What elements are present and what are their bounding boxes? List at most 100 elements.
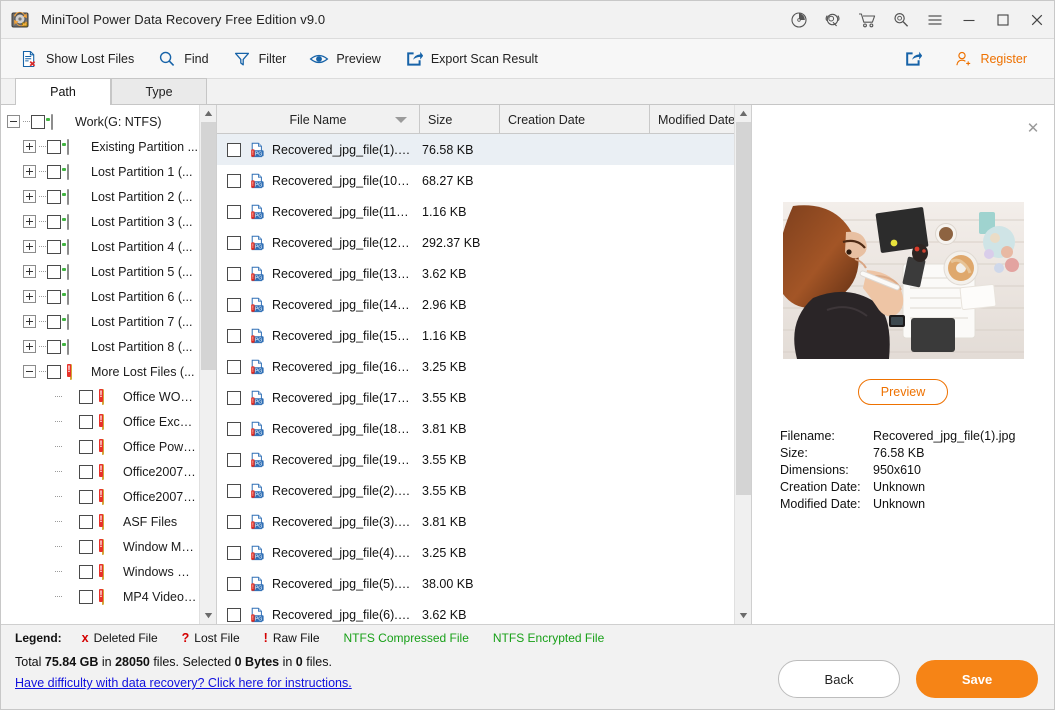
file-row-checkbox[interactable]	[227, 204, 241, 219]
tree-item-checkbox[interactable]	[79, 489, 93, 504]
save-button[interactable]: Save	[916, 660, 1038, 698]
tree-item-checkbox[interactable]	[79, 514, 93, 529]
tree-item[interactable]: Work(G: NTFS)	[1, 109, 199, 134]
close-icon[interactable]	[1020, 2, 1054, 38]
tree-item-checkbox[interactable]	[47, 264, 61, 279]
tree-item[interactable]: Existing Partition ...	[1, 134, 199, 159]
expand-plus-icon[interactable]	[23, 165, 36, 178]
file-row[interactable]: PG! Recovered_jpg_file(14).jpg 2.96 KB	[217, 289, 734, 320]
column-header-file-name[interactable]: File Name	[217, 105, 420, 134]
file-row-checkbox[interactable]	[227, 545, 241, 560]
file-row-checkbox[interactable]	[227, 576, 241, 591]
file-row[interactable]: PG! Recovered_jpg_file(13).jpg 3.62 KB	[217, 258, 734, 289]
search-icon[interactable]	[884, 2, 918, 38]
tree-scrollbar[interactable]	[199, 105, 216, 624]
tab-path[interactable]: Path	[15, 78, 111, 105]
file-row-checkbox[interactable]	[227, 266, 241, 281]
tree-item[interactable]: Lost Partition 4 (...	[1, 234, 199, 259]
file-row[interactable]: PG! Recovered_jpg_file(17).jpg 3.55 KB	[217, 382, 734, 413]
collapse-minus-icon[interactable]	[7, 115, 20, 128]
tree-item[interactable]: ASF Files	[1, 509, 199, 534]
preview-close-icon[interactable]: ✕	[1024, 119, 1042, 137]
tree-item-checkbox[interactable]	[79, 539, 93, 554]
collapse-minus-icon[interactable]	[23, 365, 36, 378]
preview-action-button[interactable]: Preview	[857, 379, 949, 405]
hamburger-menu-icon[interactable]	[918, 2, 952, 38]
tree-item[interactable]: Lost Partition 5 (...	[1, 259, 199, 284]
list-scroll-up-icon[interactable]	[735, 105, 751, 122]
list-scroll-thumb[interactable]	[736, 122, 751, 495]
back-button[interactable]: Back	[778, 660, 900, 698]
tree-item-checkbox[interactable]	[47, 339, 61, 354]
file-row[interactable]: PG! Recovered_jpg_file(19).jpg 3.55 KB	[217, 444, 734, 475]
show-lost-files-button[interactable]: Show Lost Files	[15, 45, 143, 73]
file-row-checkbox[interactable]	[227, 235, 241, 250]
tree-item[interactable]: Windows Med...	[1, 559, 199, 584]
tree-item-checkbox[interactable]	[79, 589, 93, 604]
file-row[interactable]: PG! Recovered_jpg_file(12).jpg 292.37 KB	[217, 227, 734, 258]
tree-item-checkbox[interactable]	[79, 564, 93, 579]
file-row[interactable]: PG! Recovered_jpg_file(18).jpg 3.81 KB	[217, 413, 734, 444]
file-row[interactable]: PG! Recovered_jpg_file(5).jpg 38.00 KB	[217, 568, 734, 599]
tree-item[interactable]: Office2007 W...	[1, 459, 199, 484]
share-button[interactable]	[899, 45, 939, 73]
file-row-checkbox[interactable]	[227, 142, 241, 157]
tree-item-checkbox[interactable]	[79, 414, 93, 429]
file-row-checkbox[interactable]	[227, 359, 241, 374]
file-row[interactable]: PG! Recovered_jpg_file(3).jpg 3.81 KB	[217, 506, 734, 537]
file-row[interactable]: PG! Recovered_jpg_file(6).jpg 3.62 KB	[217, 599, 734, 624]
file-row[interactable]: PG! Recovered_jpg_file(1).jpg 76.58 KB	[217, 134, 734, 165]
column-header-creation-date[interactable]: Creation Date	[500, 105, 650, 134]
file-row-checkbox[interactable]	[227, 390, 241, 405]
file-row-checkbox[interactable]	[227, 297, 241, 312]
file-row[interactable]: PG! Recovered_jpg_file(10).jpg 68.27 KB	[217, 165, 734, 196]
tab-type[interactable]: Type	[111, 78, 207, 104]
tree-scroll-down-icon[interactable]	[200, 607, 216, 624]
tree-item-checkbox[interactable]	[47, 289, 61, 304]
tree-item-checkbox[interactable]	[47, 139, 61, 154]
filter-button[interactable]: Filter	[228, 45, 296, 73]
file-row-checkbox[interactable]	[227, 483, 241, 498]
tree-item-checkbox[interactable]	[47, 164, 61, 179]
tree-item[interactable]: Lost Partition 8 (...	[1, 334, 199, 359]
tree-item[interactable]: Office WORD ...	[1, 384, 199, 409]
tree-item[interactable]: Lost Partition 7 (...	[1, 309, 199, 334]
tree-item-checkbox[interactable]	[47, 214, 61, 229]
column-header-size[interactable]: Size	[420, 105, 500, 134]
file-row[interactable]: PG! Recovered_jpg_file(4).jpg 3.25 KB	[217, 537, 734, 568]
tree-item-checkbox[interactable]	[47, 189, 61, 204]
tree-scroll-thumb[interactable]	[201, 122, 216, 370]
file-row-checkbox[interactable]	[227, 173, 241, 188]
file-row-checkbox[interactable]	[227, 514, 241, 529]
file-row[interactable]: PG! Recovered_jpg_file(2).jpg 3.55 KB	[217, 475, 734, 506]
tree-item[interactable]: Office Excel D...	[1, 409, 199, 434]
expand-plus-icon[interactable]	[23, 340, 36, 353]
tree-item-checkbox[interactable]	[47, 314, 61, 329]
file-row-checkbox[interactable]	[227, 328, 241, 343]
disk-benchmark-icon[interactable]	[782, 2, 816, 38]
tree-item[interactable]: Lost Partition 1 (...	[1, 159, 199, 184]
column-header-modified-date[interactable]: Modified Date	[650, 105, 740, 134]
find-button[interactable]: Find	[153, 45, 217, 73]
list-scroll-down-icon[interactable]	[735, 607, 751, 624]
expand-plus-icon[interactable]	[23, 140, 36, 153]
minimize-icon[interactable]	[952, 2, 986, 38]
tree-item[interactable]: Lost Partition 6 (...	[1, 284, 199, 309]
tree-item[interactable]: Office2007 Po...	[1, 484, 199, 509]
tree-item[interactable]: Lost Partition 3 (...	[1, 209, 199, 234]
preview-button[interactable]: Preview	[305, 45, 389, 73]
export-scan-result-button[interactable]: Export Scan Result	[400, 45, 547, 73]
tree-item[interactable]: MP4 Video File	[1, 584, 199, 609]
tree-item-checkbox[interactable]	[79, 389, 93, 404]
tree-item-checkbox[interactable]	[79, 439, 93, 454]
tree-scroll-up-icon[interactable]	[200, 105, 216, 122]
tree-item-checkbox[interactable]	[79, 464, 93, 479]
file-row-checkbox[interactable]	[227, 607, 241, 622]
register-button[interactable]: Register	[949, 45, 1036, 73]
file-row-checkbox[interactable]	[227, 452, 241, 467]
expand-plus-icon[interactable]	[23, 215, 36, 228]
file-row-checkbox[interactable]	[227, 421, 241, 436]
expand-plus-icon[interactable]	[23, 240, 36, 253]
file-row[interactable]: PG! Recovered_jpg_file(11).jpg 1.16 KB	[217, 196, 734, 227]
tree-item-checkbox[interactable]	[31, 114, 45, 129]
